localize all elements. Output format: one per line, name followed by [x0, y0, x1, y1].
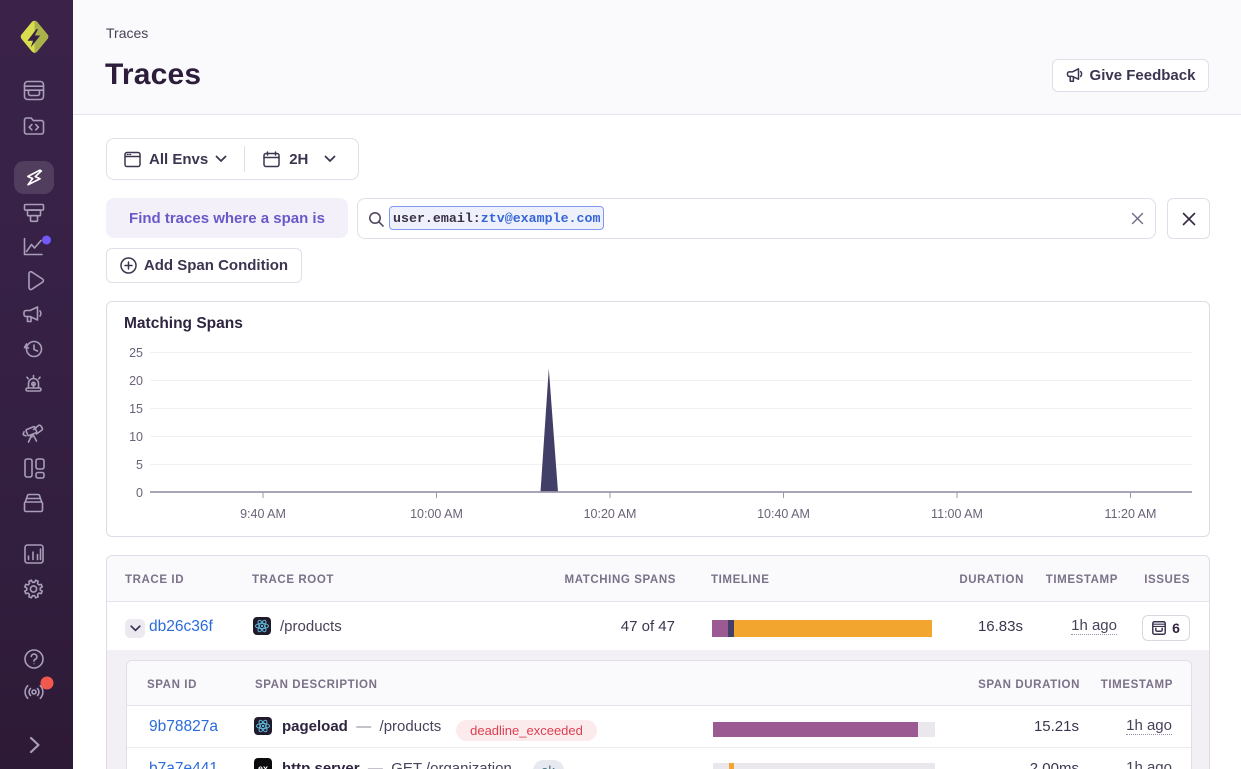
- svg-text:10:00 AM: 10:00 AM: [410, 507, 463, 521]
- svg-text:0: 0: [136, 486, 143, 500]
- svg-text:15: 15: [129, 402, 143, 416]
- svg-text:11:20 AM: 11:20 AM: [1105, 507, 1157, 521]
- svg-text:11:00 AM: 11:00 AM: [931, 507, 983, 521]
- svg-text:ex: ex: [258, 764, 268, 769]
- svg-text:20: 20: [129, 374, 143, 388]
- svg-text:10: 10: [129, 430, 143, 444]
- svg-text:10:40 AM: 10:40 AM: [757, 507, 810, 521]
- svg-text:9:40 AM: 9:40 AM: [240, 507, 286, 521]
- svg-text:10:20 AM: 10:20 AM: [584, 507, 637, 521]
- svg-text:25: 25: [129, 346, 143, 360]
- svg-text:5: 5: [136, 458, 143, 472]
